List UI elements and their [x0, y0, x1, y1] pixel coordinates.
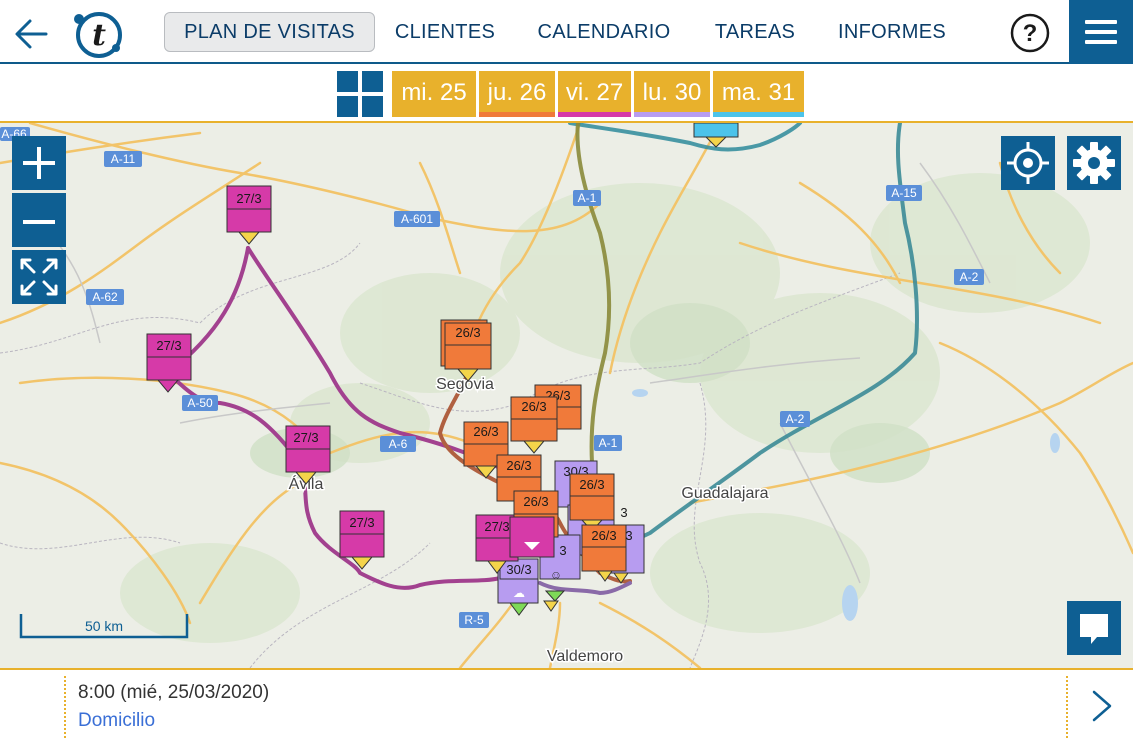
svg-text:27/3: 27/3 [156, 338, 181, 353]
tab-tareas[interactable]: TAREAS [710, 12, 800, 52]
map-pin-fri-selected[interactable] [509, 516, 555, 558]
visit-footer: 8:00 (mié, 25/03/2020) Domicilio [0, 668, 1133, 741]
zoom-in-icon [23, 147, 55, 179]
place-label: Segovia [436, 376, 494, 393]
chat-button[interactable] [1067, 601, 1121, 655]
svg-text:A-15: A-15 [891, 186, 917, 200]
fit-bounds-button[interactable] [12, 250, 66, 304]
svg-text:?: ? [1023, 20, 1038, 47]
svg-text:3: 3 [620, 505, 627, 520]
svg-text:26/3: 26/3 [591, 528, 616, 543]
road-label: A-50 [182, 395, 218, 411]
road-label: A-1 [573, 190, 601, 206]
svg-text:26/3: 26/3 [506, 458, 531, 473]
chevron-right-icon[interactable] [1088, 688, 1116, 724]
svg-text:30/3: 30/3 [506, 562, 531, 577]
road-label: A-1 [594, 435, 622, 451]
day-tab-mon-30[interactable]: lu. 30 [634, 71, 710, 117]
svg-text:A-1: A-1 [578, 191, 597, 205]
svg-text:26/3: 26/3 [523, 494, 548, 509]
svg-text:A-6: A-6 [389, 437, 408, 451]
locate-icon [1007, 142, 1049, 184]
tab-clientes[interactable]: CLIENTES [393, 12, 497, 52]
svg-text:26/3: 26/3 [579, 477, 604, 492]
visit-time: 8:00 (mié, 25/03/2020) [78, 682, 270, 703]
zoom-out-icon [23, 220, 55, 224]
svg-text:A-601: A-601 [401, 212, 433, 226]
day-label: ju. 26 [487, 79, 547, 106]
svg-text:3: 3 [559, 543, 566, 558]
svg-text:☺: ☺ [550, 568, 562, 582]
app-logo[interactable]: t [72, 9, 124, 59]
day-tab-thu-26[interactable]: ju. 26 [479, 71, 555, 117]
zoom-out-button[interactable] [12, 193, 66, 247]
svg-text:A-2: A-2 [786, 412, 805, 426]
svg-text:26/3: 26/3 [473, 424, 498, 439]
svg-text:A-1: A-1 [599, 436, 618, 450]
svg-text:27/3: 27/3 [349, 515, 374, 530]
svg-text:50 km: 50 km [85, 618, 123, 634]
tab-calendario[interactable]: CALENDARIO [533, 12, 675, 52]
svg-text:27/3: 27/3 [484, 519, 509, 534]
map-pin-thu[interactable]: 26/3 [581, 524, 627, 572]
day-tab-tue-31[interactable]: ma. 31 [713, 71, 804, 117]
map-canvas[interactable]: A-66 A-11 A-601 A-62 A-50 A-6 A-1 A-15 A… [0, 123, 1133, 668]
svg-text:3: 3 [625, 528, 632, 543]
place-label: Guadalajara [681, 485, 768, 502]
fit-bounds-icon [20, 258, 58, 296]
divider [1066, 676, 1068, 738]
svg-text:A-62: A-62 [92, 290, 118, 304]
road-label: A-2 [954, 269, 984, 285]
svg-text:R-5: R-5 [464, 613, 484, 627]
comment-icon [1080, 614, 1108, 644]
tab-plan-de-visitas[interactable]: PLAN DE VISITAS [164, 12, 375, 52]
day-label: ma. 31 [721, 79, 796, 106]
hamburger-menu-button[interactable] [1069, 0, 1133, 64]
day-label: vi. 27 [565, 79, 624, 106]
road-label: A-2 [780, 411, 810, 427]
road-label: A-11 [104, 151, 142, 167]
all-days-grid-icon[interactable] [337, 71, 383, 117]
day-label: mi. 25 [401, 79, 467, 106]
day-tab-fri-27[interactable]: vi. 27 [558, 71, 631, 117]
svg-text:A-50: A-50 [187, 396, 213, 410]
back-arrow-icon[interactable] [12, 14, 52, 54]
road-label: A-601 [394, 211, 440, 227]
visit-place-link[interactable]: Domicilio [78, 710, 155, 732]
tab-informes[interactable]: INFORMES [834, 12, 950, 52]
svg-text:27/3: 27/3 [236, 191, 261, 206]
svg-text:☁: ☁ [513, 586, 525, 600]
locate-button[interactable] [1001, 136, 1055, 190]
road-label: A-62 [86, 289, 124, 305]
map-view[interactable]: A-66 A-11 A-601 A-62 A-50 A-6 A-1 A-15 A… [0, 123, 1133, 668]
svg-text:26/3: 26/3 [521, 399, 546, 414]
zoom-in-button[interactable] [12, 136, 66, 190]
day-tab-wed-25[interactable]: mi. 25 [392, 71, 476, 117]
top-bar: t PLAN DE VISITAS CLIENTES CALENDARIO TA… [0, 0, 1133, 64]
svg-text:t: t [92, 18, 106, 53]
road-label: R-5 [459, 612, 489, 628]
svg-text:26/3: 26/3 [455, 325, 480, 340]
place-label: Valdemoro [547, 648, 623, 665]
svg-text:A-2: A-2 [960, 270, 979, 284]
divider [64, 676, 66, 738]
svg-text:A-11: A-11 [111, 152, 136, 166]
svg-text:27/3: 27/3 [293, 430, 318, 445]
road-label: A-6 [380, 436, 416, 452]
help-question-icon[interactable]: ? [1010, 13, 1050, 53]
day-selector-bar: mi. 25 ju. 26 vi. 27 lu. 30 ma. 31 [0, 64, 1133, 123]
gear-icon [1073, 142, 1115, 184]
map-settings-button[interactable] [1067, 136, 1121, 190]
road-label: A-15 [886, 185, 922, 201]
day-label: lu. 30 [642, 79, 702, 106]
